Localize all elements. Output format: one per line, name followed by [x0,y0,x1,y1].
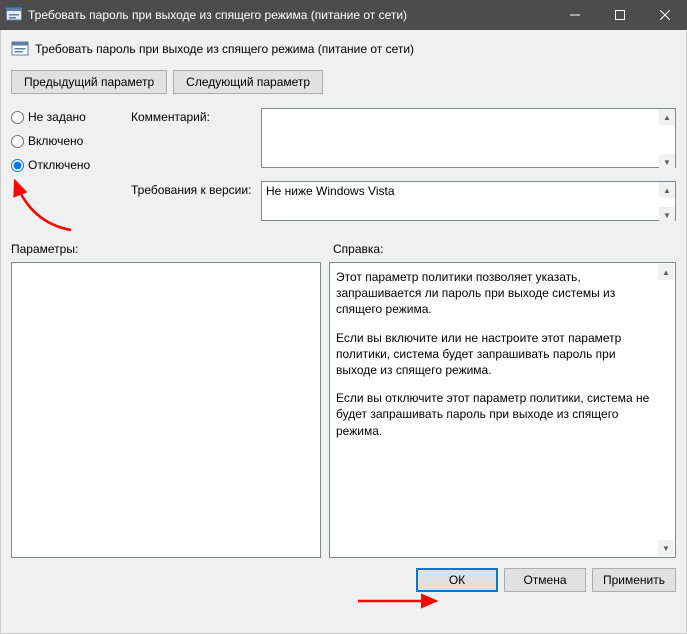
subtitle-row: Требовать пароль при выходе из спящего р… [11,40,676,58]
ok-button[interactable]: ОК [416,568,498,592]
titlebar: Требовать пароль при выходе из спящего р… [0,0,687,30]
supported-field-row: Требования к версии: ▲ ▼ [131,181,676,224]
help-panel: Этот параметр политики позволяет указать… [329,262,676,558]
content-area: Требовать пароль при выходе из спящего р… [0,30,687,634]
comment-label: Комментарий: [131,108,261,124]
radio-not-configured[interactable]: Не задано [11,110,131,124]
maximize-button[interactable] [597,0,642,30]
radio-not-configured-label: Не задано [28,110,86,124]
supported-scroll: ▲ ▼ [659,182,675,223]
scroll-up-icon[interactable]: ▲ [659,182,675,198]
minimize-button[interactable] [552,0,597,30]
help-paragraph: Если вы включите или не настроите этот п… [336,330,659,379]
options-label: Параметры: [11,242,333,256]
next-setting-button[interactable]: Следующий параметр [173,70,323,94]
policy-icon [6,7,22,23]
options-panel [11,262,321,558]
radio-enabled-input[interactable] [11,135,24,148]
help-paragraph: Этот параметр политики позволяет указать… [336,269,659,318]
footer-buttons: ОК Отмена Применить [11,568,676,592]
scroll-up-icon[interactable]: ▲ [658,264,674,280]
close-button[interactable] [642,0,687,30]
scroll-down-icon[interactable]: ▼ [658,540,674,556]
policy-icon [11,40,29,58]
radio-disabled[interactable]: Отключено [11,158,131,172]
previous-setting-button[interactable]: Предыдущий параметр [11,70,167,94]
radio-disabled-label: Отключено [28,158,90,172]
subtitle-text: Требовать пароль при выходе из спящего р… [35,42,414,56]
help-scroll: ▲ ▼ [658,264,674,556]
comment-field-row: Комментарий: ▲ ▼ [131,108,676,171]
comment-textarea[interactable] [261,108,676,168]
help-label: Справка: [333,242,383,256]
radio-enabled-label: Включено [28,134,83,148]
scroll-up-icon[interactable]: ▲ [659,109,675,125]
radio-not-configured-input[interactable] [11,111,24,124]
apply-button[interactable]: Применить [592,568,676,592]
state-radio-group: Не задано Включено Отключено [11,108,131,172]
nav-buttons: Предыдущий параметр Следующий параметр [11,70,676,94]
scroll-down-icon[interactable]: ▼ [659,207,675,223]
radio-disabled-input[interactable] [11,159,24,172]
help-paragraph: Если вы отключите этот параметр политики… [336,390,659,439]
radio-enabled[interactable]: Включено [11,134,131,148]
comment-scroll: ▲ ▼ [659,109,675,170]
supported-textarea [261,181,676,221]
scroll-down-icon[interactable]: ▼ [659,154,675,170]
supported-label: Требования к версии: [131,181,261,197]
cancel-button[interactable]: Отмена [504,568,586,592]
window-title: Требовать пароль при выходе из спящего р… [28,8,552,22]
